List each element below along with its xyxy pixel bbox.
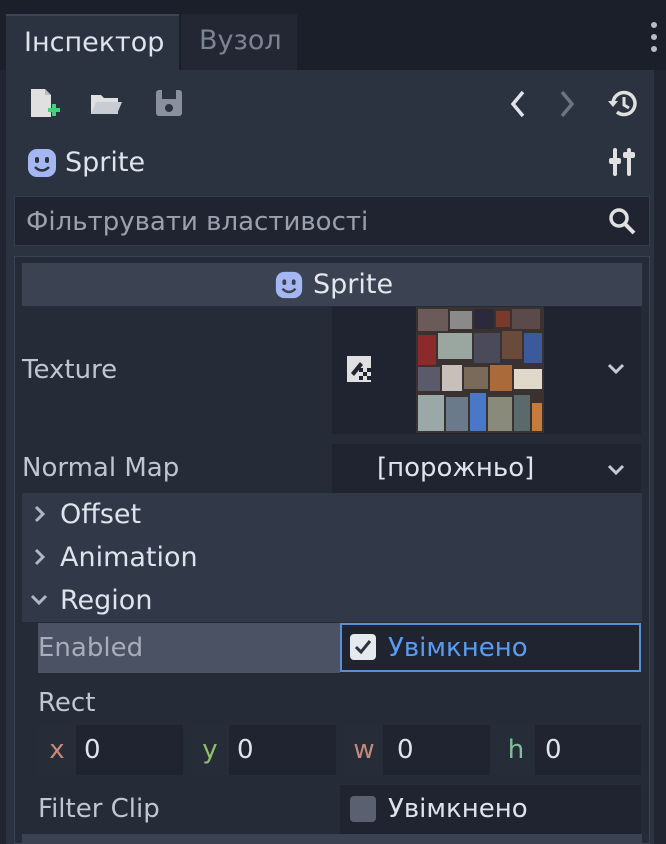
open-folder-icon[interactable] xyxy=(88,86,124,122)
section-header-label: Sprite xyxy=(313,269,394,300)
object-tools-icon[interactable] xyxy=(604,144,640,180)
new-resource-icon[interactable] xyxy=(26,86,62,122)
save-icon[interactable] xyxy=(152,86,188,122)
tab-inspector[interactable]: Інспектор xyxy=(6,14,179,70)
rect-h-value: 0 xyxy=(545,735,562,765)
filter-clip-label: Filter Clip xyxy=(38,794,160,824)
filter-clip-value-text: Увімкнено xyxy=(388,794,528,824)
normal-map-label: Normal Map xyxy=(22,453,180,483)
image-texture-icon xyxy=(347,356,371,382)
sprite-node-icon xyxy=(275,271,303,299)
sprite-node-icon xyxy=(28,149,56,177)
rect-h-tag: h xyxy=(497,725,535,775)
rect-y-value: 0 xyxy=(237,735,254,765)
search-icon xyxy=(609,208,636,235)
rect-w-tag: w xyxy=(345,725,383,775)
checkbox-unchecked-icon xyxy=(350,796,376,822)
rect-label: Rect xyxy=(38,688,96,718)
texture-dropdown-chevron-icon[interactable] xyxy=(606,358,626,384)
rect-y-tag: y xyxy=(191,725,229,775)
tab-node[interactable]: Вузол xyxy=(181,14,297,70)
history-back-icon[interactable] xyxy=(501,86,537,122)
next-section-header xyxy=(22,834,642,844)
rect-x-tag: x xyxy=(38,725,76,775)
collapsed-chevron-icon xyxy=(34,505,46,523)
texture-preview-thumbnail xyxy=(416,307,544,433)
object-name: Sprite xyxy=(65,147,146,178)
collapsed-chevron-icon xyxy=(34,548,46,566)
normal-map-value-text: [порожньо] xyxy=(377,453,535,483)
normal-map-dropdown-chevron-icon[interactable] xyxy=(606,459,626,483)
history-forward-icon[interactable] xyxy=(548,86,584,122)
enabled-value-text: Увімкнено xyxy=(388,633,528,663)
filter-placeholder: Фільтрувати властивості xyxy=(26,207,369,237)
texture-label: Texture xyxy=(22,355,118,385)
rect-w-value: 0 xyxy=(397,735,414,765)
group-offset-label: Offset xyxy=(60,499,142,530)
group-region-label: Region xyxy=(60,585,153,616)
expanded-chevron-icon xyxy=(30,594,48,606)
history-icon[interactable] xyxy=(605,86,641,122)
group-animation-label: Animation xyxy=(60,542,198,573)
checkbox-checked-icon xyxy=(350,634,376,660)
rect-x-value: 0 xyxy=(84,735,101,765)
enabled-label: Enabled xyxy=(38,633,144,663)
menu-kebab-icon[interactable] xyxy=(648,22,660,62)
